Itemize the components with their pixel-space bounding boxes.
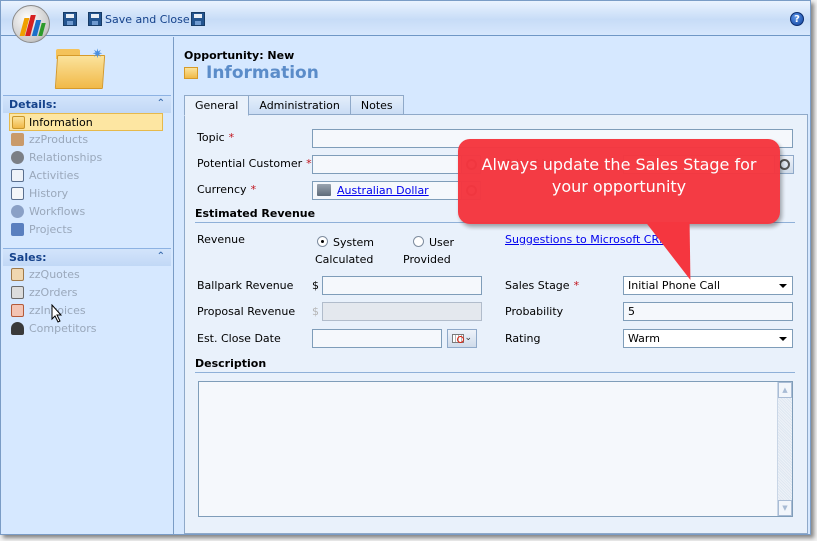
rating-label: Rating [505,332,541,345]
description-textarea[interactable]: ▲ ▼ [198,381,793,517]
relationships-icon [11,151,24,164]
entity-type: Opportunity: New [184,49,295,62]
scroll-up-icon[interactable]: ▲ [778,382,792,398]
quotes-icon [11,268,24,281]
tab-notes[interactable]: Notes [349,95,404,115]
toolbar: Save and Close ? [1,1,810,43]
app-logo[interactable] [12,5,50,43]
chevron-down-icon: ⌄ [464,333,472,343]
nav-item-activities[interactable]: Activities [3,167,171,185]
proposal-currency-symbol: $ [312,305,319,318]
callout-annotation: Always update the Sales Stage for your o… [458,139,780,224]
revenue-user-provided-radio[interactable]: User [413,236,454,249]
nav-item-zzinvoices[interactable]: zzInvoices [3,302,171,320]
save-and-close-icon[interactable] [88,12,102,26]
rating-select[interactable]: Warm [623,329,793,348]
description-heading: Description [195,357,267,370]
proposal-revenue-input [322,302,482,321]
help-icon[interactable]: ? [790,12,804,26]
save-as-new-icon[interactable] [191,12,205,26]
main-content: Opportunity: New Information General Adm… [175,37,810,534]
dropdown-arrow-icon [779,284,787,288]
activities-icon [11,169,24,182]
tab-administration[interactable]: Administration [248,95,351,115]
nav-item-competitors[interactable]: Competitors [3,320,171,338]
currency-link[interactable]: Australian Dollar [337,184,429,197]
competitors-icon [11,322,24,335]
nav-item-history[interactable]: History [3,185,171,203]
left-navigation: ✷ Details: ⌃ Information zzProducts Rela… [1,37,174,534]
est-close-date-input[interactable] [312,329,442,348]
tab-bar: General Administration Notes [184,95,404,116]
dropdown-arrow-icon [779,337,787,341]
sales-header[interactable]: Sales: ⌃ [3,248,171,266]
information-icon [12,116,25,129]
currency-input[interactable]: Australian Dollar [312,181,462,200]
nav-item-information[interactable]: Information [9,113,163,131]
probability-label: Probability [505,305,564,318]
ballpark-revenue-label: Ballpark Revenue [197,279,294,292]
estimated-revenue-heading: Estimated Revenue [195,207,316,220]
topic-label: Topic * [197,131,235,144]
probability-input[interactable]: 5 [623,302,793,321]
invoices-icon [11,304,24,317]
folder-icon: ✷ [54,47,106,89]
details-section: Details: ⌃ Information zzProducts Relati… [3,95,171,239]
nav-item-zzorders[interactable]: zzOrders [3,284,171,302]
scroll-down-icon[interactable]: ▼ [778,500,792,516]
products-icon [11,133,24,146]
suggestions-link[interactable]: Suggestions to Microsoft CRM [505,233,669,246]
system-calculated-label: Calculated [315,253,374,266]
nav-item-zzproducts[interactable]: zzProducts [3,131,171,149]
projects-icon [11,223,24,236]
section-divider [195,372,795,373]
nav-item-zzquotes[interactable]: zzQuotes [3,266,171,284]
date-picker-button[interactable]: ⌄ [447,329,477,348]
nav-item-workflows[interactable]: Workflows [3,203,171,221]
sales-section: Sales: ⌃ zzQuotes zzOrders zzInvoices Co… [3,248,171,338]
details-header[interactable]: Details: ⌃ [3,95,171,113]
save-icon[interactable] [63,12,77,26]
revenue-system-calculated-radio[interactable]: System [317,236,374,249]
currency-label: Currency * [197,183,257,196]
potential-customer-label: Potential Customer * [197,157,312,170]
collapse-icon[interactable]: ⌃ [157,98,165,109]
proposal-revenue-label: Proposal Revenue [197,305,296,318]
potential-customer-input[interactable] [312,155,462,174]
nav-item-relationships[interactable]: Relationships [3,149,171,167]
orders-icon [11,286,24,299]
radio-checked[interactable] [317,236,328,247]
sales-stage-label: Sales Stage * [505,279,580,292]
description-scrollbar[interactable]: ▲ ▼ [777,382,792,516]
revenue-label: Revenue [197,233,245,246]
collapse-icon[interactable]: ⌃ [157,251,165,262]
tab-general[interactable]: General [184,95,250,116]
workflows-icon [11,205,24,218]
ballpark-revenue-input[interactable] [322,276,482,295]
save-and-close-button[interactable]: Save and Close [105,13,190,26]
page-title: Information [184,63,319,83]
nav-item-projects[interactable]: Projects [3,221,171,239]
information-icon [184,67,198,79]
calendar-icon [452,334,464,343]
radio-unchecked[interactable] [413,236,424,247]
user-provided-label: Provided [403,253,451,266]
currency-icon [317,184,331,196]
est-close-date-label: Est. Close Date [197,332,281,345]
history-icon [11,187,24,200]
ballpark-currency-symbol: $ [312,279,319,292]
